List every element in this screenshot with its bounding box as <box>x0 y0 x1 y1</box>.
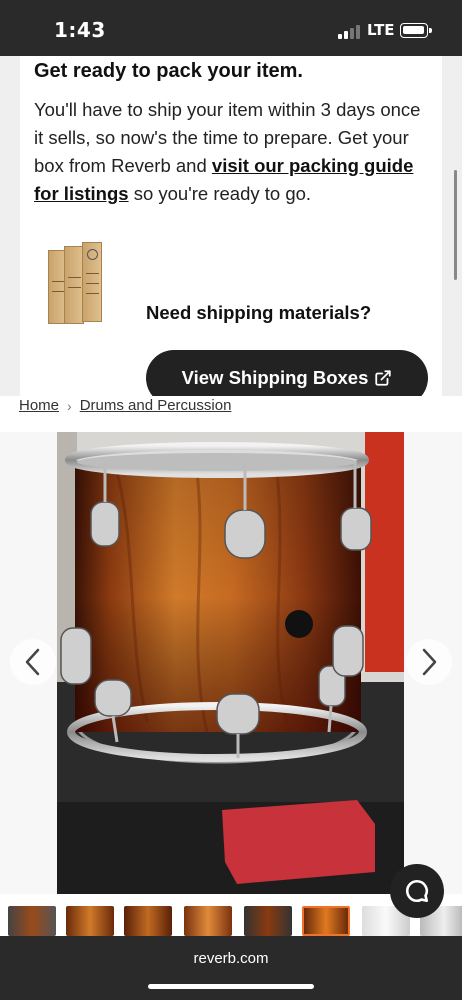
chat-button[interactable] <box>390 864 444 918</box>
battery-icon <box>400 23 432 38</box>
shipping-prep-card: Get ready to pack your item. You'll have… <box>20 56 442 422</box>
breadcrumb-home[interactable]: Home <box>19 397 59 414</box>
chevron-left-icon <box>25 648 40 676</box>
thumbnail[interactable] <box>124 906 172 936</box>
scrollbar[interactable] <box>454 170 457 280</box>
breadcrumb-category[interactable]: Drums and Percussion <box>80 397 232 414</box>
shipping-materials-label: Need shipping materials? <box>146 302 372 323</box>
thumbnail[interactable] <box>8 906 56 936</box>
product-photo[interactable] <box>57 432 404 894</box>
chat-icon <box>405 879 429 903</box>
thumbnail[interactable] <box>184 906 232 936</box>
next-photo-button[interactable] <box>406 639 452 685</box>
status-bar: 1:43 LTE <box>0 0 462 56</box>
chevron-right-icon: › <box>67 397 72 414</box>
browser-bottom-bar: reverb.com <box>0 936 462 1000</box>
card-title: Get ready to pack your item. <box>34 60 303 82</box>
previous-photo-button[interactable] <box>10 639 56 685</box>
home-indicator[interactable] <box>148 984 314 989</box>
shipping-boxes-image <box>48 242 120 324</box>
external-link-icon <box>375 370 392 386</box>
thumbnail[interactable] <box>66 906 114 936</box>
status-time: 1:43 <box>54 18 106 42</box>
breadcrumb: Home › Drums and Percussion <box>19 397 231 414</box>
signal-icon <box>338 25 362 39</box>
card-body: You'll have to ship your item within 3 d… <box>34 96 434 208</box>
chevron-right-icon <box>422 648 437 676</box>
address-bar[interactable]: reverb.com <box>0 950 462 967</box>
photo-gallery <box>0 432 462 894</box>
view-shipping-boxes-label: View Shipping Boxes <box>181 367 369 388</box>
page-content: Get ready to pack your item. You'll have… <box>0 56 462 936</box>
card-body-text-2: so you're ready to go. <box>128 183 312 204</box>
network-label: LTE <box>367 21 395 39</box>
thumbnail[interactable] <box>244 906 292 936</box>
thumbnail-active[interactable] <box>302 906 350 936</box>
